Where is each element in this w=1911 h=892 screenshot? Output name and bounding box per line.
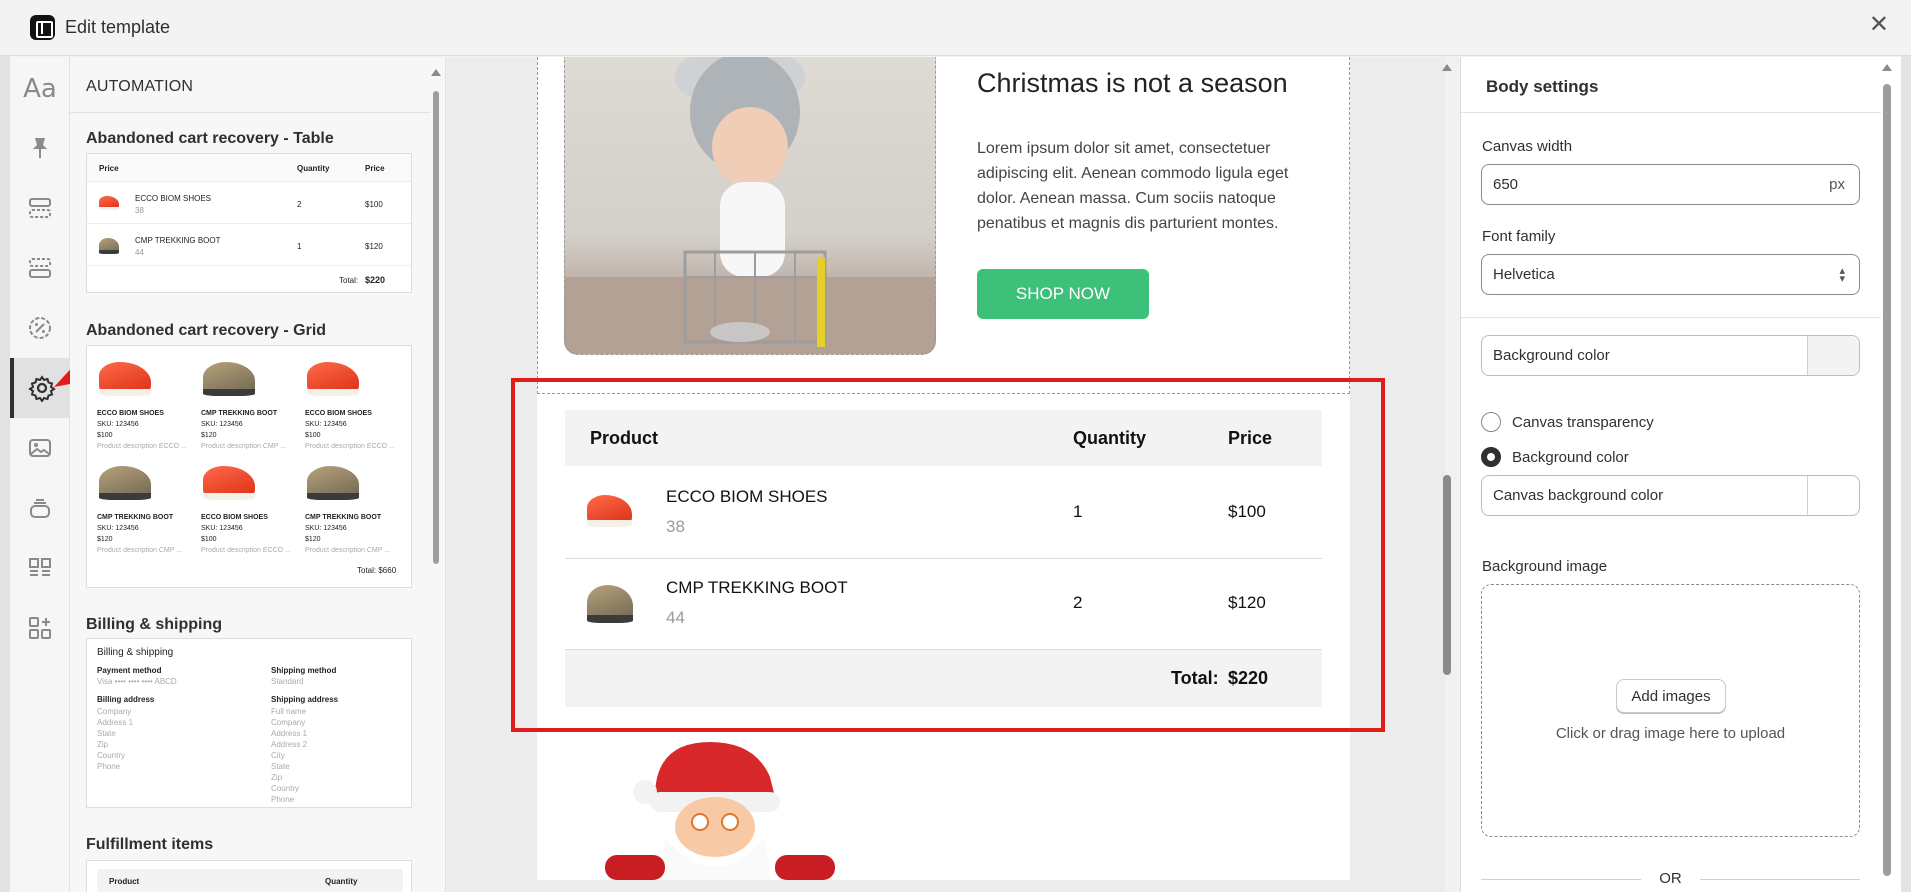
color-swatch — [1807, 476, 1859, 515]
shoe-image — [99, 362, 151, 396]
dropzone-hint: Click or drag image here to upload — [1555, 725, 1786, 742]
template-scrollbar[interactable] — [431, 69, 441, 889]
hero-image[interactable] — [564, 57, 936, 355]
table-row: ECCO BIOM SHOES 38 2 $100 — [87, 182, 411, 224]
stack-icon[interactable] — [10, 478, 70, 538]
grid-item: ECCO BIOM SHOES SKU: 123456 $100 Product de… — [305, 358, 405, 458]
background-color-field[interactable]: Background color — [1481, 335, 1860, 376]
shoe-image — [203, 466, 255, 500]
select-chevron-icon: ▴ ▾ — [1839, 265, 1845, 285]
template-card-grid[interactable]: ECCO BIOM SHOES SKU: 123456 $100 Product de… — [86, 345, 412, 588]
settings-title: Body settings — [1486, 77, 1599, 96]
app-logo-icon — [30, 15, 55, 40]
grid-icon[interactable] — [10, 538, 70, 598]
pin-icon[interactable] — [10, 118, 70, 178]
font-family-label: Font family — [1482, 228, 1556, 245]
image-dropzone[interactable]: Add images Click or drag image here to u… — [1481, 584, 1860, 837]
or-divider: OR — [1481, 870, 1860, 887]
add-apps-icon[interactable] — [10, 598, 70, 658]
shoe-image — [307, 362, 359, 396]
template-title-billing: Billing & shipping — [86, 616, 222, 633]
template-title-grid: Abandoned cart recovery - Grid — [86, 322, 327, 339]
modal-header: Edit template ✕ — [0, 0, 1911, 56]
settings-panel: Body settings Canvas width 650 px Font f… — [1460, 57, 1901, 892]
grid-item: CMP TREKKING BOOT SKU: 123456 $120 Product … — [97, 462, 197, 562]
font-family-select[interactable]: Helvetica ▴ ▾ — [1481, 254, 1860, 295]
boot-image — [203, 362, 255, 396]
color-swatch — [1807, 336, 1859, 375]
table-row: CMP TREKKING BOOT 44 1 $120 — [87, 224, 411, 266]
boot-image — [99, 238, 119, 255]
boot-image — [99, 466, 151, 500]
typography-icon[interactable]: Aa — [10, 59, 70, 119]
shop-now-button[interactable]: SHOP NOW — [977, 269, 1149, 319]
background-image-label: Background image — [1482, 558, 1608, 575]
close-icon[interactable]: ✕ — [1869, 13, 1889, 37]
canvas-width-input[interactable]: 650 px — [1481, 164, 1860, 205]
modal-title: Edit template — [65, 17, 171, 37]
shoe-image — [99, 196, 119, 211]
template-card-fulfillment[interactable]: Product Quantity — [86, 860, 412, 892]
template-panel: AUTOMATION Abandoned cart recovery - Tab… — [70, 57, 446, 892]
settings-scrollbar[interactable] — [1881, 62, 1893, 882]
hero-text: Lorem ipsum dolor sit amet, consectetuer… — [977, 140, 1289, 232]
tool-rail: Aa — [10, 57, 70, 892]
layout-bottom-icon[interactable] — [10, 238, 70, 298]
grid-item: ECCO BIOM SHOES SKU: 123456 $100 Product de… — [97, 358, 197, 458]
grid-item: CMP TREKKING BOOT SKU: 123456 $120 Product … — [201, 358, 301, 458]
canvas-transparency-radio[interactable] — [1481, 412, 1501, 432]
highlight-box — [511, 378, 1385, 732]
template-title-table: Abandoned cart recovery - Table — [86, 130, 334, 147]
santa-image[interactable] — [595, 737, 850, 880]
template-card-table[interactable]: Price Quantity Price ECCO BIOM SHOES 38 … — [86, 153, 412, 293]
panel-heading: AUTOMATION — [86, 78, 194, 95]
background-color-radio[interactable] — [1481, 447, 1501, 467]
template-title-fulfillment: Fulfillment items — [86, 836, 214, 853]
canvas-width-label: Canvas width — [1482, 138, 1573, 155]
grid-item: ECCO BIOM SHOES SKU: 123456 $100 Product de… — [201, 462, 301, 562]
grid-item: CMP TREKKING BOOT SKU: 123456 $120 Product … — [305, 462, 405, 562]
hero-title: Christmas is not a season — [977, 68, 1288, 98]
boot-image — [307, 466, 359, 500]
canvas-scrollbar[interactable] — [1441, 62, 1453, 882]
layout-top-icon[interactable] — [10, 178, 70, 238]
add-images-button[interactable]: Add images — [1616, 679, 1726, 713]
image-icon[interactable] — [10, 418, 70, 478]
canvas-background-color-field[interactable]: Canvas background color — [1481, 475, 1860, 516]
template-card-billing[interactable]: Billing & shipping Payment method Visa •… — [86, 638, 412, 808]
